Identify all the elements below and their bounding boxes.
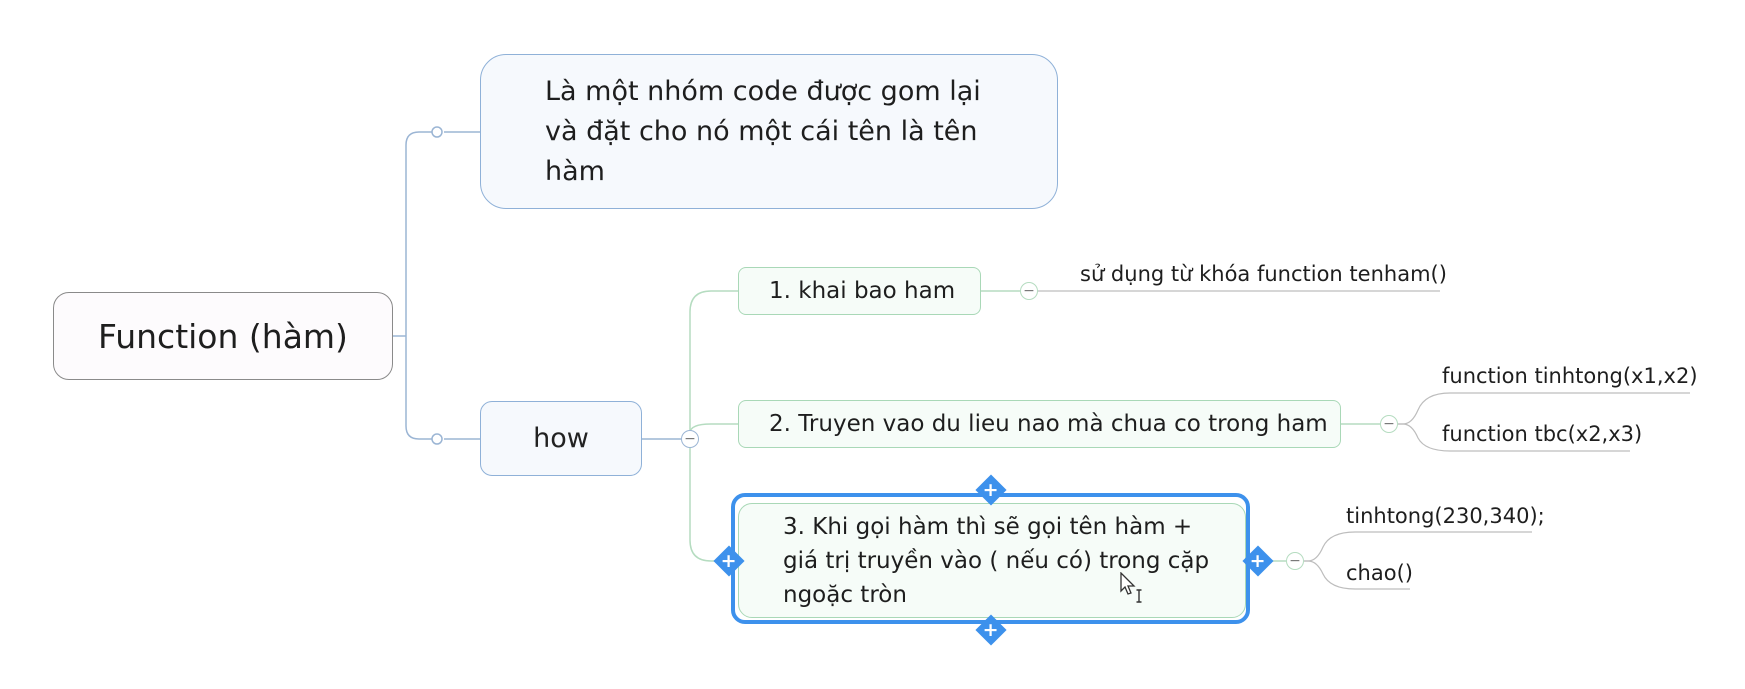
step-2-detail-2[interactable]: function tbc(x2,x3): [1442, 422, 1642, 446]
step-1-topic[interactable]: 1. khai bao ham: [738, 267, 981, 315]
step-1-detail-1[interactable]: sử dụng từ khóa function tenham(): [1080, 262, 1447, 286]
step-1-label: 1. khai bao ham: [769, 278, 956, 304]
collapse-icon[interactable]: −: [1380, 415, 1398, 433]
how-topic[interactable]: how: [480, 401, 642, 476]
step-3-detail-2[interactable]: chao(): [1346, 561, 1413, 585]
definition-topic-label: Là một nhóm code được gom lại và đặt cho…: [545, 75, 981, 187]
collapse-icon[interactable]: −: [1020, 282, 1038, 300]
step-2-detail-1[interactable]: function tinhtong(x1,x2): [1442, 364, 1698, 388]
mind-map-canvas[interactable]: Function (hàm) Là một nhóm code được gom…: [0, 0, 1745, 689]
root-topic[interactable]: Function (hàm): [53, 292, 393, 380]
step-3-topic[interactable]: 3. Khi gọi hàm thì sẽ gọi tên hàm + giá …: [738, 503, 1246, 618]
mouse-cursor-icon: [1120, 572, 1142, 603]
step-3-detail-1[interactable]: tinhtong(230,340);: [1346, 504, 1545, 528]
root-topic-label: Function (hàm): [98, 316, 348, 356]
step-2-topic[interactable]: 2. Truyen vao du lieu nao mà chua co tro…: [738, 400, 1341, 448]
step-2-label: 2. Truyen vao du lieu nao mà chua co tro…: [769, 411, 1328, 437]
how-topic-label: how: [533, 423, 589, 454]
collapse-icon[interactable]: −: [1286, 552, 1304, 570]
definition-topic[interactable]: Là một nhóm code được gom lại và đặt cho…: [480, 54, 1058, 209]
collapse-icon[interactable]: −: [681, 430, 699, 448]
